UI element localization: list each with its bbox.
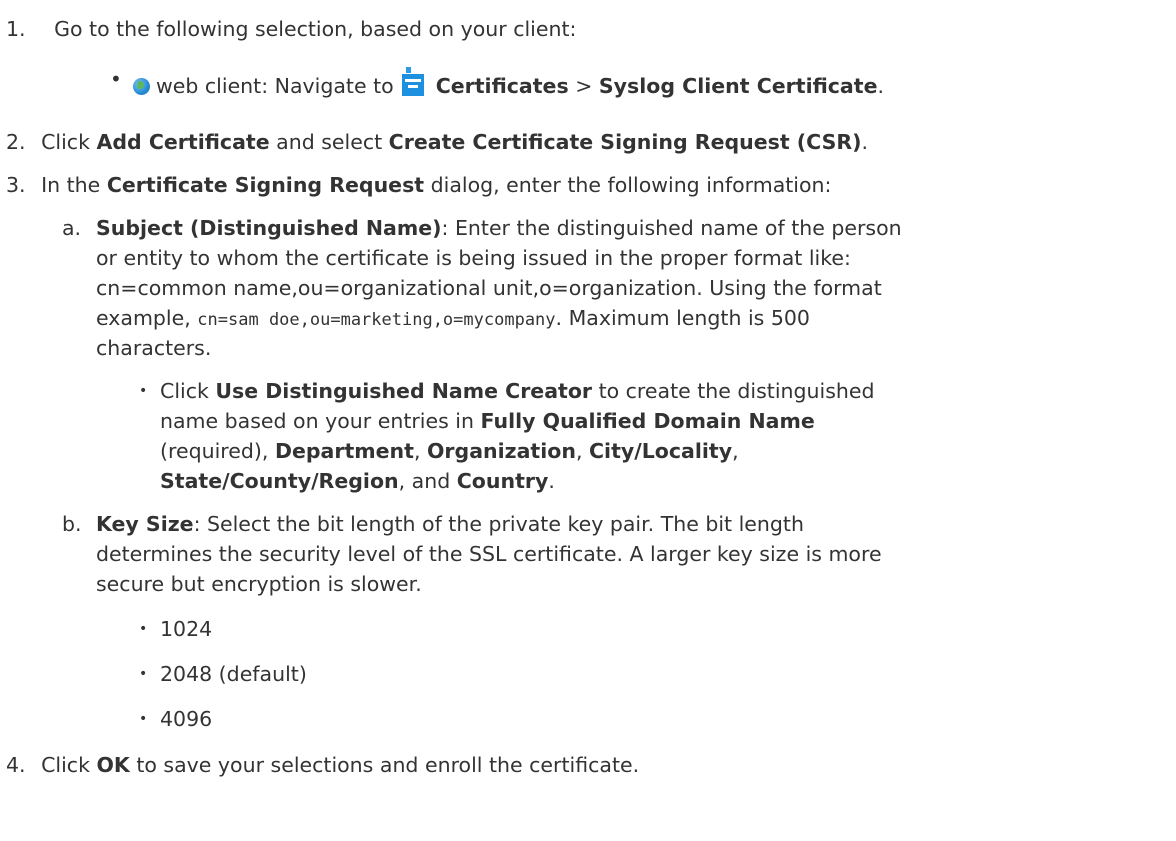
nav-certificates: Certificates xyxy=(435,74,569,98)
step-3b-line3: secure but encryption is slower. xyxy=(96,569,422,599)
text: characters. xyxy=(96,336,212,360)
country-label: Country xyxy=(456,469,549,493)
nav-syslog-client-certificate: Syslog Client Certificate xyxy=(598,74,878,98)
step-4: 4. Click OK to save your selections and … xyxy=(6,750,639,780)
comma: , xyxy=(575,439,583,463)
step-3a-line2: or entity to whom the certificate is bei… xyxy=(96,243,851,273)
option-text: 4096 xyxy=(160,707,213,731)
key-size-option: 1024 xyxy=(160,614,212,644)
text: Click xyxy=(41,130,90,154)
text: In the xyxy=(41,173,101,197)
period: . xyxy=(548,469,555,493)
text: Click xyxy=(41,753,90,777)
globe-icon xyxy=(133,78,150,95)
label: b. xyxy=(62,512,82,536)
step-1-bullet: web client: Navigate to Certificates > Sy… xyxy=(133,67,884,101)
step-4-number: 4. xyxy=(6,753,26,777)
key-size-label: Key Size xyxy=(96,512,194,536)
text: . Maximum length is 500 xyxy=(555,306,810,330)
text: , and xyxy=(398,469,451,493)
document-icon xyxy=(401,67,424,96)
step-3: 3. In the Certificate Signing Request di… xyxy=(6,170,831,200)
ok-label: OK xyxy=(96,753,130,777)
fqdn-label: Fully Qualified Domain Name xyxy=(480,409,815,433)
dn-creator-label: Use Distinguished Name Creator xyxy=(215,379,593,403)
create-csr-label: Create Certificate Signing Request (CSR) xyxy=(388,130,862,154)
step-3b-line2: determines the security level of the SSL… xyxy=(96,539,882,569)
option-text: 2048 (default) xyxy=(160,662,307,686)
department-label: Department xyxy=(274,439,414,463)
bullet: • xyxy=(139,621,148,637)
step-3a-sub-line4: State/County/Region, and Country. xyxy=(160,466,555,496)
option-text: 1024 xyxy=(160,617,213,641)
add-certificate-label: Add Certificate xyxy=(96,130,270,154)
text: and select xyxy=(276,130,383,154)
step-3-number: 3. xyxy=(6,173,26,197)
step-1-text: Go to the following selection, based on … xyxy=(54,17,577,41)
text: : Enter the distinguished name of the pe… xyxy=(441,216,902,240)
text: example, xyxy=(96,306,191,330)
step-3a-label: a. xyxy=(62,213,81,243)
step-3a-sub-line2: name based on your entries in Fully Qual… xyxy=(160,406,815,436)
label: a. xyxy=(62,216,82,240)
text: determines the security level of the SSL… xyxy=(96,542,882,566)
step-1: 1. Go to the following selection, based … xyxy=(6,14,576,44)
key-size-option: 4096 xyxy=(160,704,212,734)
step-3a-line3: cn=common name,ou=organizational unit,o=… xyxy=(96,273,882,303)
text: (required), xyxy=(160,439,269,463)
step-3b-line1: Key Size: Select the bit length of the p… xyxy=(96,509,804,539)
state-county-region-label: State/County/Region xyxy=(160,469,399,493)
bullet: • xyxy=(139,666,148,682)
subject-dn-label: Subject (Distinguished Name) xyxy=(96,216,442,240)
text: to create the distinguished xyxy=(598,379,875,403)
text: name based on your entries in xyxy=(160,409,474,433)
step-3a-sub-line1: Click Use Distinguished Name Creator to … xyxy=(160,376,875,406)
bullet: • xyxy=(139,383,148,399)
step-2-number: 2. xyxy=(6,130,26,154)
text: cn=common name,ou=organizational unit,o=… xyxy=(96,276,882,300)
key-size-option: 2048 (default) xyxy=(160,659,307,689)
step-3a-line1: Subject (Distinguished Name): Enter the … xyxy=(96,213,902,243)
bullet: • xyxy=(139,711,148,727)
text: to save your selections and enroll the c… xyxy=(136,753,640,777)
text: secure but encryption is slower. xyxy=(96,572,422,596)
dn-example-code: cn=sam doe,ou=marketing,o=mycompany xyxy=(197,310,556,330)
text: dialog, enter the following information: xyxy=(430,173,832,197)
comma: , xyxy=(732,439,739,463)
step-3a-sub-line3: (required), Department, Organization, Ci… xyxy=(160,436,739,466)
city-locality-label: City/Locality xyxy=(589,439,733,463)
step-3a-line4: example, cn=sam doe,ou=marketing,o=mycom… xyxy=(96,303,810,335)
text: or entity to whom the certificate is bei… xyxy=(96,246,851,270)
step-1-number: 1. xyxy=(6,17,26,41)
bullet: • xyxy=(110,67,122,91)
organization-label: Organization xyxy=(427,439,576,463)
period: . xyxy=(877,74,885,98)
text: Click xyxy=(160,379,209,403)
web-client-prefix: web client: Navigate to xyxy=(156,74,394,98)
text: : Select the bit length of the private k… xyxy=(193,512,804,536)
step-3b-label: b. xyxy=(62,509,82,539)
step-2: 2. Click Add Certificate and select Crea… xyxy=(6,127,868,157)
step-3a-line5: characters. xyxy=(96,333,211,363)
nav-separator: > xyxy=(575,74,593,98)
period: . xyxy=(861,130,869,154)
csr-dialog-label: Certificate Signing Request xyxy=(106,173,425,197)
comma: , xyxy=(413,439,421,463)
